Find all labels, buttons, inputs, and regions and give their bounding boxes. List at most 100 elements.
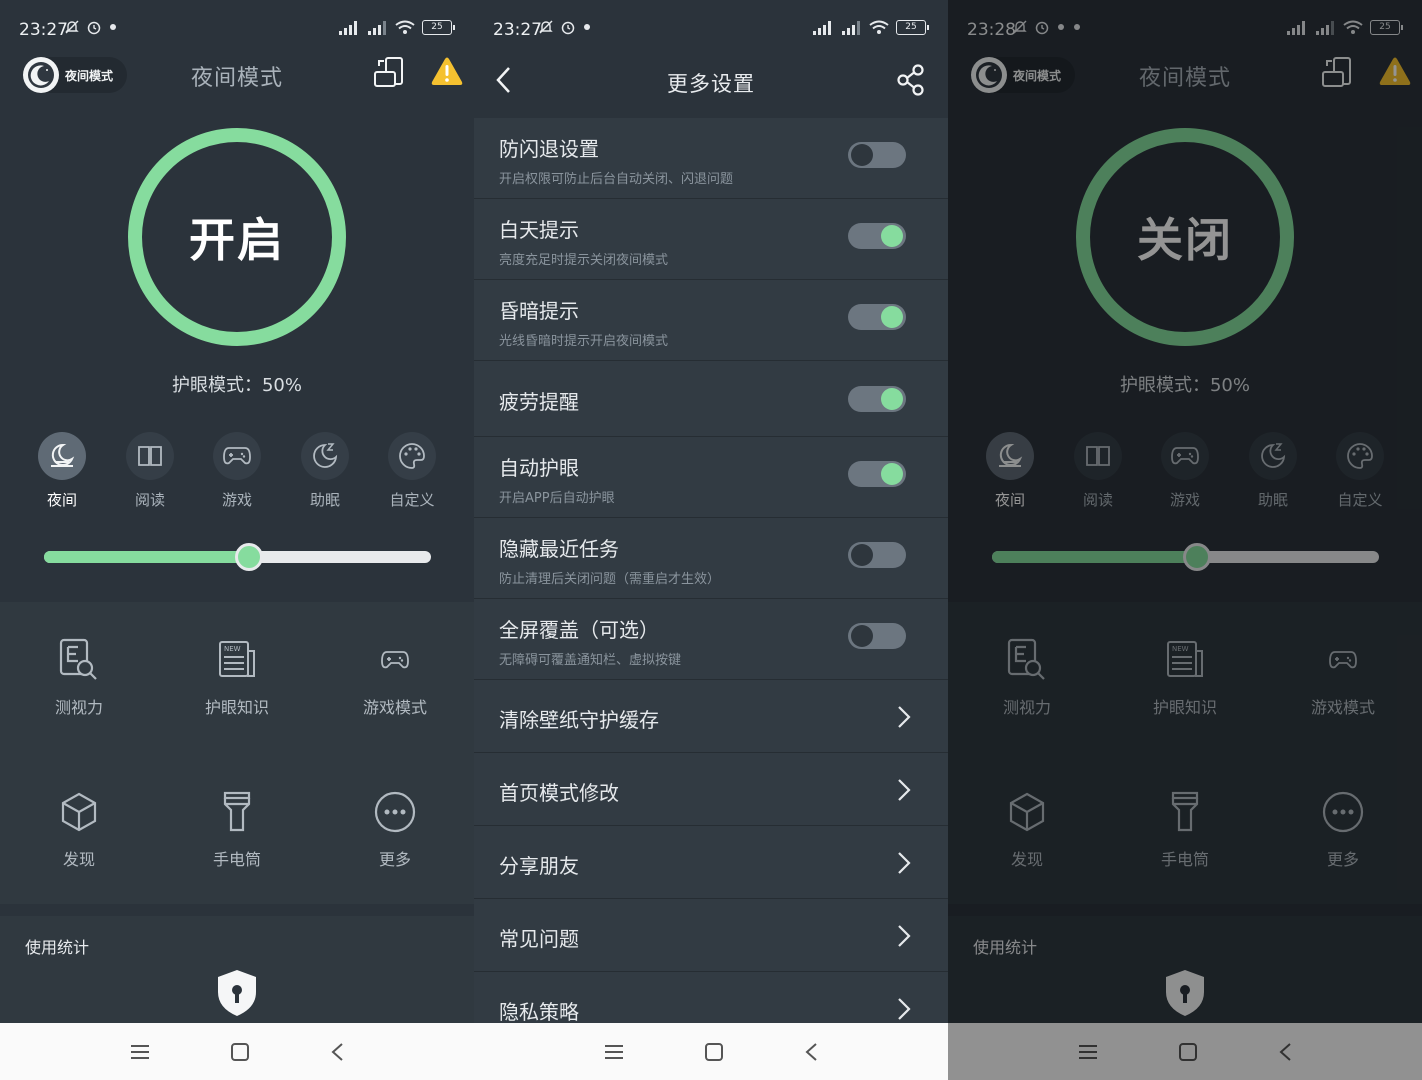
share-button[interactable] — [896, 64, 926, 100]
slider-knob[interactable] — [235, 543, 264, 571]
menu-nav-icon[interactable] — [1078, 1044, 1098, 1060]
toggle-switch[interactable] — [848, 623, 906, 649]
chevron-right-icon — [898, 851, 911, 874]
feature-label: 手电筒 — [212, 850, 261, 869]
back-nav-icon[interactable] — [804, 1042, 818, 1062]
settings-row[interactable]: 首页模式修改 — [474, 753, 948, 826]
night-icon — [999, 443, 1023, 467]
wifi-icon — [1343, 20, 1363, 34]
mode-icon-wrap — [38, 432, 86, 480]
mode-palette[interactable]: 自定义 — [1320, 432, 1400, 510]
svg-text:NEW: NEW — [1172, 645, 1189, 653]
notification-icon — [1058, 24, 1064, 30]
power-toggle-ring[interactable]: 关闭 — [1076, 128, 1294, 346]
feature-flashlight[interactable]: 手电筒 — [1106, 788, 1264, 870]
mode-book[interactable]: 阅读 — [1058, 432, 1138, 510]
screenshot-collage: 23:27 25 夜间模式 夜间模式 开启 护眼模式：50% 夜间 阅读 游戏 … — [0, 0, 1422, 1080]
intensity-slider[interactable] — [44, 543, 431, 571]
system-nav-bar — [474, 1023, 948, 1080]
mode-night[interactable]: 夜间 — [22, 432, 102, 510]
chevron-wrap — [896, 777, 912, 807]
signal-icon-2 — [368, 20, 386, 35]
settings-row-subtitle: 开启权限可防止后台自动关闭、闪退问题 — [499, 172, 734, 187]
mode-palette[interactable]: 自定义 — [372, 432, 452, 510]
toggle-knob — [881, 306, 903, 328]
back-nav-icon[interactable] — [330, 1042, 344, 1062]
mode-night[interactable]: 夜间 — [970, 432, 1050, 510]
back-nav-icon[interactable] — [1278, 1042, 1292, 1062]
toggle-switch[interactable] — [848, 142, 906, 168]
rotate-screen-button[interactable] — [373, 56, 405, 94]
settings-row-subtitle: 亮度充足时提示关闭夜间模式 — [499, 253, 669, 268]
mode-selector: 夜间 阅读 游戏 助眠 自定义 — [948, 432, 1422, 512]
mode-gamepad[interactable]: 游戏 — [1145, 432, 1225, 510]
settings-row[interactable]: 分享朋友 — [474, 826, 948, 899]
settings-row[interactable]: 清除壁纸守护缓存 — [474, 680, 948, 753]
slider-knob[interactable] — [1183, 543, 1212, 571]
book-icon — [1086, 446, 1110, 466]
intensity-slider[interactable] — [992, 543, 1379, 571]
home-nav-icon[interactable] — [704, 1042, 724, 1061]
mute-icon — [65, 20, 79, 34]
feature-news[interactable]: NEW 护眼知识 — [1106, 636, 1264, 718]
toggle-switch[interactable] — [848, 542, 906, 568]
feature-eye-test[interactable]: 测视力 — [948, 636, 1106, 718]
feature-icon-wrap — [316, 788, 474, 836]
mode-icon-wrap — [126, 432, 174, 480]
mode-label: 助眠 — [1257, 491, 1288, 509]
settings-row[interactable]: 防闪退设置 开启权限可防止后台自动关闭、闪退问题 — [474, 118, 948, 199]
chevron-right-icon — [898, 924, 911, 947]
home-nav-icon[interactable] — [1178, 1042, 1198, 1061]
home-nav-icon[interactable] — [230, 1042, 250, 1061]
warning-button[interactable] — [430, 56, 464, 92]
settings-row[interactable]: 隐藏最近任务 防止清理后关闭问题（需重启才生效） — [474, 518, 948, 599]
battery-indicator: 25 — [896, 20, 929, 35]
feature-gamepad[interactable]: 游戏模式 — [316, 636, 474, 718]
settings-row-title: 昏暗提示 — [499, 299, 579, 323]
feature-news[interactable]: NEW 护眼知识 — [158, 636, 316, 718]
mode-label: 夜间 — [46, 491, 77, 509]
feature-label: 测视力 — [1002, 698, 1051, 717]
feature-flashlight[interactable]: 手电筒 — [158, 788, 316, 870]
toggle-switch[interactable] — [848, 223, 906, 249]
mode-gamepad[interactable]: 游戏 — [197, 432, 277, 510]
feature-gamepad[interactable]: 游戏模式 — [1264, 636, 1422, 718]
flashlight-icon — [1171, 791, 1199, 832]
eye-mode-label: 护眼模式：50% — [1119, 375, 1250, 396]
mode-book[interactable]: 阅读 — [110, 432, 190, 510]
warning-icon — [1379, 57, 1411, 85]
toggle-knob — [851, 144, 873, 166]
settings-row-title: 自动护眼 — [499, 456, 579, 480]
settings-row[interactable]: 常见问题 — [474, 899, 948, 972]
power-toggle-ring[interactable]: 开启 — [128, 128, 346, 346]
signal-icon — [339, 20, 357, 35]
menu-nav-icon[interactable] — [130, 1044, 150, 1060]
mode-sleep-moon[interactable]: 助眠 — [285, 432, 365, 510]
warning-button[interactable] — [1378, 56, 1412, 92]
settings-row[interactable]: 昏暗提示 光线昏暗时提示开启夜间模式 — [474, 280, 948, 361]
toggle-knob — [881, 225, 903, 247]
feature-cube[interactable]: 发现 — [948, 788, 1106, 870]
mode-label: 自定义 — [1337, 491, 1383, 509]
feature-more[interactable]: 更多 — [1264, 788, 1422, 870]
toggle-switch[interactable] — [848, 304, 906, 330]
menu-nav-icon[interactable] — [604, 1044, 624, 1060]
night-icon — [51, 443, 75, 467]
settings-row[interactable]: 白天提示 亮度充足时提示关闭夜间模式 — [474, 199, 948, 280]
feature-more[interactable]: 更多 — [316, 788, 474, 870]
rotate-screen-button[interactable] — [1321, 56, 1353, 94]
settings-row[interactable]: 疲劳提醒 — [474, 361, 948, 437]
feature-label: 护眼知识 — [1152, 698, 1217, 717]
toggle-switch[interactable] — [848, 386, 906, 412]
mode-label: 自定义 — [389, 491, 435, 509]
signal-icon-2 — [1316, 20, 1334, 35]
toggle-switch[interactable] — [848, 461, 906, 487]
settings-row-title: 首页模式修改 — [499, 780, 619, 805]
feature-cube[interactable]: 发现 — [0, 788, 158, 870]
mode-sleep-moon[interactable]: 助眠 — [1233, 432, 1313, 510]
feature-icon-wrap: NEW — [158, 636, 316, 684]
settings-row[interactable]: 全屏覆盖（可选） 无障碍可覆盖通知栏、虚拟按键 — [474, 599, 948, 680]
settings-row[interactable]: 自动护眼 开启APP后自动护眼 — [474, 437, 948, 518]
feature-eye-test[interactable]: 测视力 — [0, 636, 158, 718]
feature-label: 手电筒 — [1160, 850, 1209, 869]
